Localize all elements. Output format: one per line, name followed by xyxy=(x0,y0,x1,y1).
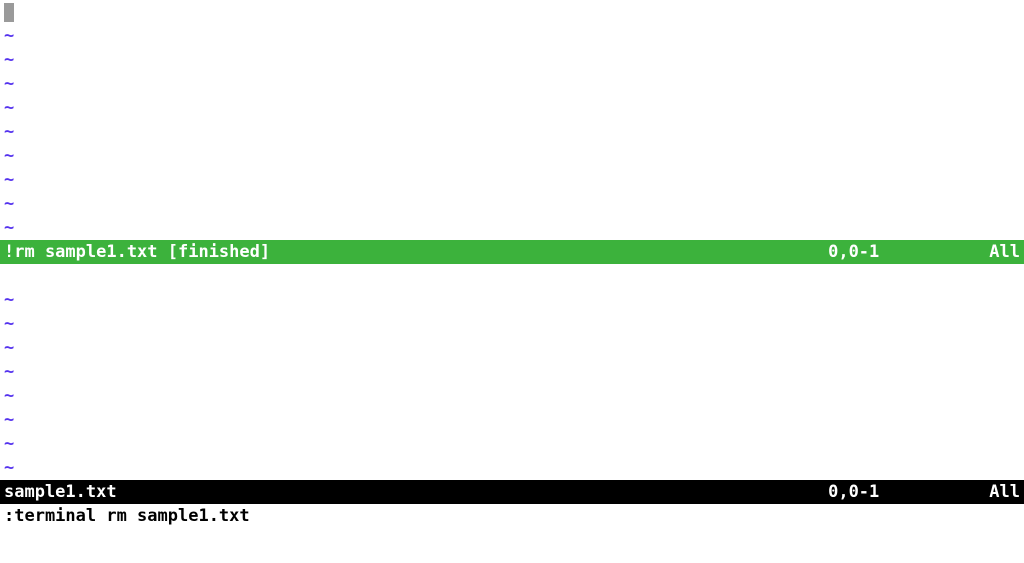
status-scroll: All xyxy=(989,480,1020,504)
statusline-active: !rm sample1.txt [finished] 0,0-1 All xyxy=(0,240,1024,264)
buffer-empty-line[interactable] xyxy=(0,264,1024,288)
tilde-line: ~ xyxy=(0,120,1024,144)
tilde-line: ~ xyxy=(0,192,1024,216)
tilde-line: ~ xyxy=(0,384,1024,408)
status-position: 0,0-1 xyxy=(828,480,989,504)
tilde-line: ~ xyxy=(0,336,1024,360)
vim-editor: ~ ~ ~ ~ ~ ~ ~ ~ ~ !rm sample1.txt [finis… xyxy=(0,0,1024,563)
status-position: 0,0-1 xyxy=(828,240,989,264)
buffer-cursor-line[interactable] xyxy=(0,0,1024,24)
command-line[interactable]: :terminal rm sample1.txt xyxy=(0,504,1024,528)
tilde-line: ~ xyxy=(0,216,1024,240)
tilde-line: ~ xyxy=(0,456,1024,480)
statusline-inactive: sample1.txt 0,0-1 All xyxy=(0,480,1024,504)
tilde-line: ~ xyxy=(0,288,1024,312)
tilde-line: ~ xyxy=(0,360,1024,384)
status-scroll: All xyxy=(989,240,1020,264)
status-spacer xyxy=(117,480,829,504)
tilde-line: ~ xyxy=(0,312,1024,336)
tilde-line: ~ xyxy=(0,24,1024,48)
status-spacer xyxy=(270,240,828,264)
tilde-line: ~ xyxy=(0,48,1024,72)
tilde-line: ~ xyxy=(0,144,1024,168)
status-title: sample1.txt xyxy=(4,480,117,504)
cursor xyxy=(4,3,14,22)
tilde-line: ~ xyxy=(0,432,1024,456)
tilde-line: ~ xyxy=(0,168,1024,192)
status-title: !rm sample1.txt [finished] xyxy=(4,240,270,264)
tilde-line: ~ xyxy=(0,96,1024,120)
tilde-line: ~ xyxy=(0,72,1024,96)
tilde-line: ~ xyxy=(0,408,1024,432)
